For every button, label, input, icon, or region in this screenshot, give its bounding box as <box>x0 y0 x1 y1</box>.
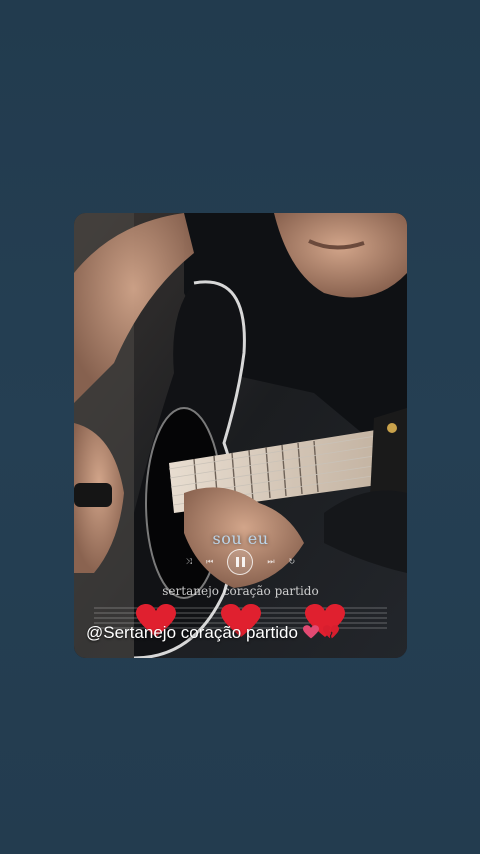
mention-text: @Sertanejo coração partido <box>86 623 298 642</box>
shuffle-icon[interactable]: ⤨ <box>186 558 192 566</box>
next-icon[interactable]: ⏭ <box>267 558 274 566</box>
music-player: ⤨ ⏮ ⏭ ↻ <box>74 549 407 575</box>
subtitle: sertanejo coração partido <box>162 584 319 598</box>
song-title: sou eu <box>212 529 269 548</box>
story-screen: sou eu ⤨ ⏮ ⏭ ↻ sertanejo coração partido… <box>0 0 480 854</box>
post-card[interactable]: sou eu ⤨ ⏮ ⏭ ↻ sertanejo coração partido… <box>74 213 407 658</box>
pause-button[interactable] <box>227 549 254 575</box>
mention-caption[interactable]: @Sertanejo coração partido <box>86 623 340 643</box>
repeat-icon[interactable]: ↻ <box>289 558 296 566</box>
previous-icon[interactable]: ⏮ <box>206 558 213 566</box>
pause-icon <box>235 557 239 567</box>
broken-heart-icon <box>323 625 340 639</box>
pink-heart-icon <box>302 625 319 639</box>
